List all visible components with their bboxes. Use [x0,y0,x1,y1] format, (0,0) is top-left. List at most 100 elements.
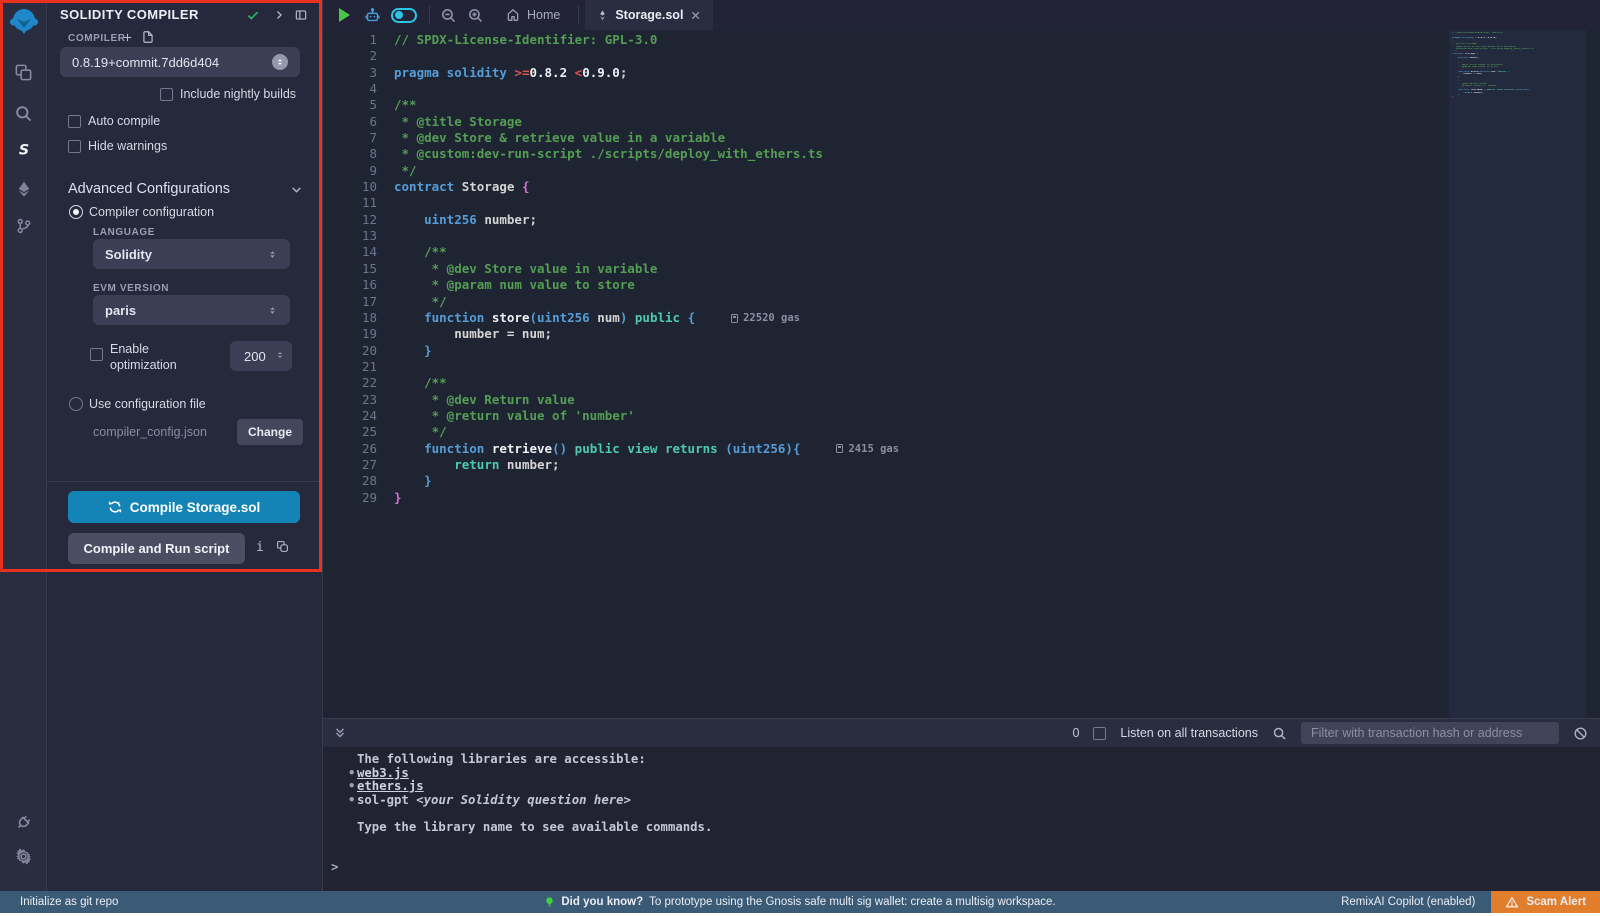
listen-transactions-checkbox[interactable] [1093,727,1106,740]
line-number: 4 [323,81,377,97]
ai-copilot-robot-icon[interactable] [364,7,381,24]
zoom-in-icon[interactable] [467,7,484,24]
code-line[interactable]: 6 * @title Storage [323,114,1449,130]
close-tab-icon[interactable]: ✕ [690,8,700,23]
code-line[interactable]: 29} [323,490,1449,506]
line-number: 14 [323,244,377,260]
tip-title: Did you know? [561,896,643,908]
remix-logo[interactable] [0,5,47,39]
refresh-icon [108,500,122,514]
minimap[interactable]: // SPDX-License-Identifier: GPL-3.0 prag… [1449,30,1586,718]
config-file-radio[interactable] [69,397,83,411]
code-line[interactable]: 15 * @dev Store value in variable [323,261,1449,277]
icon-sidebar: S [0,0,47,891]
terminal-library-link[interactable]: ethers.js [357,779,424,793]
evm-version-select[interactable]: paris [93,295,290,325]
code-line[interactable]: 27 return number; [323,457,1449,473]
play-icon[interactable] [339,8,350,22]
check-icon [245,7,261,23]
search-icon[interactable] [0,96,47,130]
code-line[interactable]: 4 [323,81,1449,97]
compiler-version-select[interactable]: 0.8.19+commit.7dd6d404 [60,47,300,77]
scam-alert-label: Scam Alert [1526,896,1586,908]
code-line[interactable]: 9 */ [323,163,1449,179]
gas-pump-icon [731,314,738,323]
plugin-manager-icon[interactable] [0,805,47,839]
code-line[interactable]: 16 * @param num value to store [323,277,1449,293]
code-line[interactable]: 3pragma solidity >=0.8.2 <0.9.0; [323,65,1449,81]
scam-alert-badge[interactable]: Scam Alert [1491,891,1600,913]
code-line[interactable]: 28 } [323,473,1449,489]
nightly-builds-checkbox[interactable] [160,88,173,101]
code-line[interactable]: 21 [323,359,1449,375]
git-icon[interactable] [0,209,47,243]
code-line[interactable]: 18 function store(uint256 num) public {2… [323,310,1449,326]
enable-optimization-checkbox[interactable] [90,348,103,361]
code-line[interactable]: 17 */ [323,294,1449,310]
terminal-library-link[interactable]: web3.js [357,766,409,780]
advanced-configurations-heading[interactable]: Advanced Configurations [68,181,230,197]
code-line[interactable]: 7 * @dev Store & retrieve value in a var… [323,130,1449,146]
code-line[interactable]: 10contract Storage { [323,179,1449,195]
copilot-status[interactable]: RemixAI Copilot (enabled) [1341,896,1475,908]
compiler-config-label: Compiler configuration [89,205,214,219]
auto-compile-checkbox[interactable] [68,115,81,128]
solidity-compiler-icon[interactable]: S [0,133,47,167]
compiler-config-radio[interactable] [69,205,83,219]
code-line[interactable]: 5/** [323,97,1449,113]
split-view-icon[interactable] [293,7,309,23]
code-line[interactable]: 8 * @custom:dev-run-script ./scripts/dep… [323,146,1449,162]
code-editor[interactable]: 1// SPDX-License-Identifier: GPL-3.023pr… [323,30,1600,718]
terminal[interactable]: The following libraries are accessible: •… [323,747,1600,891]
code-line[interactable]: 1// SPDX-License-Identifier: GPL-3.0 [323,32,1449,48]
transaction-filter-input[interactable] [1301,722,1559,744]
chevron-down-icon[interactable] [290,183,303,196]
evm-version-label: EVM VERSION [93,283,169,294]
code-line[interactable]: 23 * @dev Return value [323,392,1449,408]
zoom-out-icon[interactable] [440,7,457,24]
code-line[interactable]: 26 function retrieve() public view retur… [323,441,1449,457]
code-line[interactable]: 12 uint256 number; [323,212,1449,228]
code-line[interactable]: 19 number = num; [323,326,1449,342]
chevron-right-icon[interactable] [271,7,287,23]
language-select[interactable]: Solidity [93,239,290,269]
line-number: 9 [323,163,377,179]
compile-button[interactable]: Compile Storage.sol [68,491,300,523]
panel-title: SOLIDITY COMPILER [60,7,199,22]
copy-icon[interactable] [276,540,289,553]
terminal-prompt[interactable]: > [323,860,1600,874]
line-number: 28 [323,473,377,489]
git-init-status[interactable]: Initialize as git repo [20,896,118,908]
code-line[interactable]: 14 /** [323,244,1449,260]
tab-storage-sol[interactable]: Storage.sol ✕ [585,0,713,30]
editor-topbar: Home Storage.sol ✕ [323,0,1600,30]
copilot-toggle[interactable] [391,8,417,23]
code-line[interactable]: 2 [323,48,1449,64]
plus-icon[interactable] [121,31,134,44]
line-number: 25 [323,424,377,440]
line-number: 24 [323,408,377,424]
file-explorer-icon[interactable] [0,55,47,89]
info-icon[interactable]: i [256,540,264,555]
panel-divider [47,481,323,482]
code-line[interactable]: 22 /** [323,375,1449,391]
code-line[interactable]: 25 */ [323,424,1449,440]
collapse-double-chevron-icon[interactable] [333,726,347,740]
compile-and-run-button[interactable]: Compile and Run script [68,533,245,564]
code-line[interactable]: 24 * @return value of 'number' [323,408,1449,424]
runs-updown-icon[interactable] [275,349,285,361]
terminal-line: The following libraries are accessible: [323,753,1600,767]
code-line[interactable]: 11 [323,195,1449,211]
search-icon[interactable] [1272,726,1287,741]
code-line[interactable]: 13 [323,228,1449,244]
change-config-button[interactable]: Change [237,419,303,445]
tab-home[interactable]: Home [494,0,572,30]
code-line[interactable]: 20 } [323,343,1449,359]
toolbar-separator [578,6,579,24]
hide-warnings-checkbox[interactable] [68,140,81,153]
open-file-icon[interactable] [141,30,155,44]
settings-gear-icon[interactable] [0,839,47,873]
deploy-run-icon[interactable] [0,172,47,206]
block-icon[interactable] [1573,726,1588,741]
terminal-line: •ethers.js [323,780,1600,794]
